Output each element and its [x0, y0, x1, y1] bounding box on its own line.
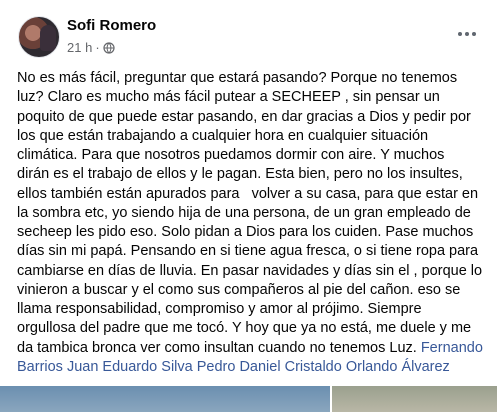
post-image[interactable] — [332, 386, 497, 412]
post-media[interactable] — [0, 386, 497, 412]
post-image[interactable] — [0, 386, 330, 412]
author-name[interactable]: Sofi Romero — [67, 17, 156, 34]
post-text-line: llama responsabilidad, compromiso y amor… — [17, 301, 422, 317]
mention-link[interactable]: Barrios Juan Eduardo Silva Pedro Daniel … — [17, 358, 485, 377]
avatar-photo — [40, 25, 56, 51]
post-timestamp[interactable]: 21 h — [67, 40, 92, 55]
post-text-line: ellos también están apurados para volver… — [17, 185, 479, 202]
meta-separator: · — [95, 40, 100, 55]
post-text-line: orgullosa del padre que me tocó. Y hoy q… — [17, 320, 472, 337]
post-text-line: cambiarse en días de lluvia. En pasar na… — [17, 262, 483, 279]
globe-icon — [103, 41, 115, 54]
post-header: Sofi Romero 21 h · — [0, 0, 497, 66]
post-text: No es más fácil, preguntar que estará pa… — [17, 69, 485, 377]
avatar[interactable] — [18, 16, 60, 58]
post-text-line: da tambica bronca ver como insultan cuan… — [17, 339, 485, 358]
post-text-line: luz? Claro es mucho más fácil putear a S… — [17, 89, 440, 106]
post-text-line: secheep les pido eso. Solo pidan a Dios … — [17, 224, 474, 240]
post-meta: 21 h · — [67, 40, 115, 55]
ellipsis-icon[interactable] — [452, 24, 482, 44]
mention-link[interactable]: Fernando — [421, 340, 483, 356]
post-text-fragment: da tambica bronca ver como insultan cuan… — [17, 339, 421, 356]
post-text-line: días sin mi papá. Pensando en si tiene a… — [17, 243, 479, 260]
post-text-line: los que están trabajando a cualquier hor… — [17, 127, 429, 144]
post-text-line: No es más fácil, preguntar que estará pa… — [17, 70, 458, 86]
post-text-line: dirán es el trabajo de ellos y le pagan.… — [17, 166, 463, 183]
post-text-line: la sombra etc, yo siendo hija de una per… — [17, 204, 471, 221]
post-text-line: climática. Para que nosotros puedamos do… — [17, 147, 445, 163]
post-text-line: poquito de que puede estar pasando, en d… — [17, 108, 471, 125]
post-text-line: vinieron a buscar y el como sus compañer… — [17, 281, 461, 298]
